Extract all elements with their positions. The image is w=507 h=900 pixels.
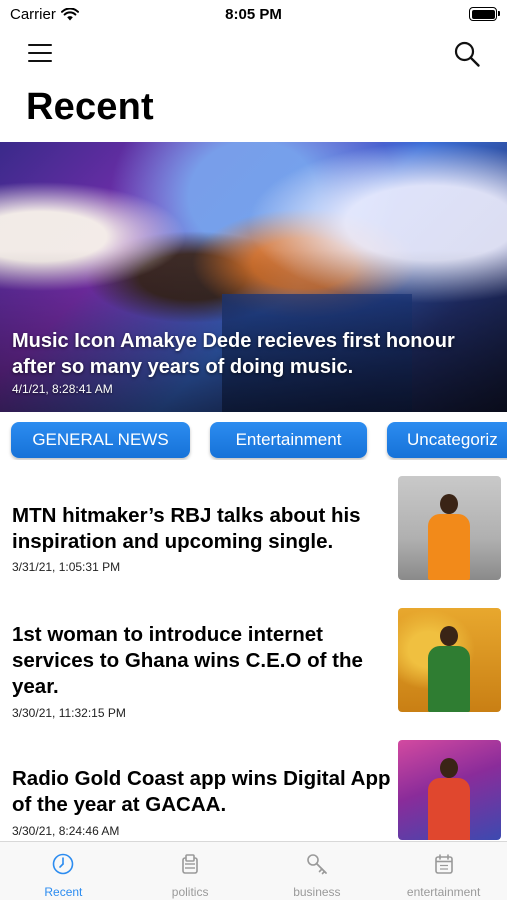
search-icon[interactable]	[453, 40, 481, 68]
clock-icon	[53, 853, 74, 875]
article-title: Radio Gold Coast app wins Digital App of…	[12, 767, 391, 816]
article-item[interactable]: 1st woman to introduce internet services…	[0, 608, 507, 724]
article-item[interactable]: Radio Gold Coast app wins Digital App of…	[0, 740, 507, 840]
tab-label: business	[293, 885, 341, 899]
category-chip-general-news[interactable]: GENERAL NEWS	[11, 422, 190, 458]
featured-headline: Music Icon Amakye Dede recieves first ho…	[12, 330, 455, 378]
category-chip-uncategorized[interactable]: Uncategoriz	[387, 422, 507, 458]
tab-recent[interactable]: Recent	[0, 842, 127, 900]
hamburger-menu-icon[interactable]	[28, 44, 52, 62]
category-chips: GENERAL NEWS Entertainment Uncategoriz	[0, 422, 507, 460]
ballot-icon	[182, 854, 198, 874]
tab-business[interactable]: business	[254, 842, 381, 900]
status-time: 8:05 PM	[225, 6, 282, 23]
tab-label: entertainment	[406, 885, 481, 899]
calendar-icon	[434, 854, 453, 874]
battery-icon	[469, 7, 500, 21]
tab-label: politics	[171, 885, 209, 899]
featured-article[interactable]: Music Icon Amakye Dede recieves first ho…	[0, 142, 507, 412]
article-date: 3/30/21, 11:32:15 PM	[12, 706, 126, 720]
tab-bar: Recent politics business entertainment	[0, 841, 507, 900]
featured-date: 4/1/21, 8:28:41 AM	[12, 382, 113, 396]
category-chip-entertainment[interactable]: Entertainment	[210, 422, 367, 458]
tab-entertainment[interactable]: entertainment	[380, 842, 507, 900]
article-title: MTN hitmaker’s RBJ talks about his inspi…	[12, 504, 361, 553]
article-thumbnail	[398, 476, 501, 580]
tab-politics[interactable]: politics	[127, 842, 254, 900]
navigation-bar	[0, 36, 507, 72]
article-title: 1st woman to introduce internet services…	[12, 623, 363, 698]
article-thumbnail	[398, 740, 501, 840]
status-bar: Carrier 8:05 PM	[0, 0, 507, 30]
article-date: 3/30/21, 8:24:46 AM	[12, 824, 120, 838]
tab-label: Recent	[44, 885, 83, 899]
article-date: 3/31/21, 1:05:31 PM	[12, 560, 121, 574]
article-item[interactable]: MTN hitmaker’s RBJ talks about his inspi…	[0, 476, 507, 586]
page-title: Recent	[26, 86, 154, 128]
article-thumbnail	[398, 608, 501, 712]
key-icon	[307, 854, 327, 875]
